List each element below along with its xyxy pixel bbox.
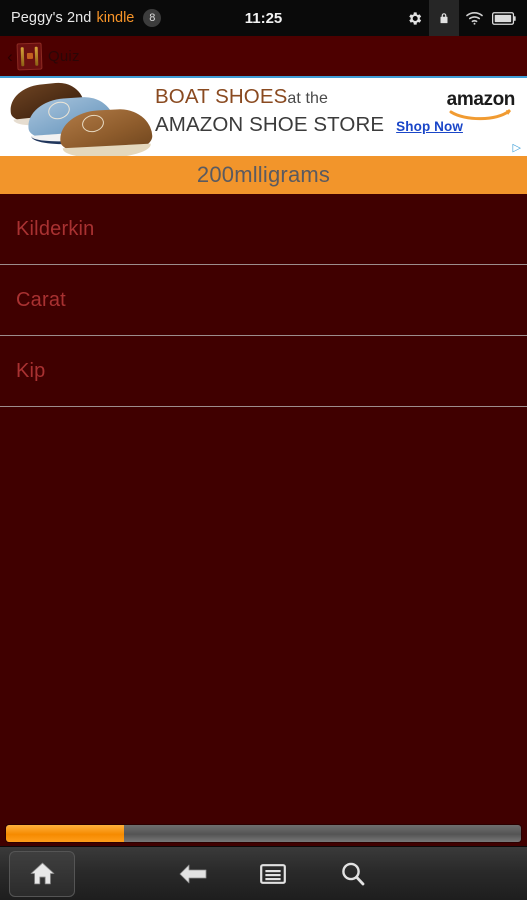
ad-copy: BOAT SHOESat the AMAZON SHOE STORE Shop …: [155, 85, 463, 137]
app-bar-title: Quiz: [48, 47, 80, 65]
quiz-question-bar: 200mlligrams: [0, 156, 527, 194]
ad-headline-top-main: BOAT SHOES: [155, 85, 288, 108]
wifi-icon[interactable]: [459, 0, 489, 36]
back-button[interactable]: [175, 856, 211, 892]
quiz-option-label: Kilderkin: [16, 217, 95, 240]
quiz-progress-fill: [6, 825, 125, 842]
menu-button[interactable]: [255, 856, 291, 892]
battery-icon[interactable]: [489, 0, 519, 36]
home-button[interactable]: [9, 850, 75, 897]
status-bar-icons: [399, 0, 519, 36]
adchoices-icon[interactable]: ▷: [513, 143, 521, 154]
quiz-option-row[interactable]: Carat: [0, 265, 527, 336]
amazon-logo: amazon: [447, 90, 515, 128]
boat-shoes-photo: [6, 80, 156, 156]
quiz-progress-bar: [6, 825, 521, 842]
advertisement-banner[interactable]: BOAT SHOESat the AMAZON SHOE STORE Shop …: [0, 76, 527, 156]
search-button[interactable]: [335, 856, 371, 892]
quiz-option-row[interactable]: Kip: [0, 336, 527, 407]
kindle-brand-label: kindle: [96, 10, 135, 26]
ad-headline-bottom: AMAZON SHOE STORE: [155, 113, 385, 136]
quiz-option-label: Kip: [16, 359, 46, 382]
device-screen: Peggy's 2nd kindle 8 11:25 ‹ Quiz BOAT S…: [0, 0, 527, 900]
notification-count-badge[interactable]: 8: [143, 9, 162, 27]
menu-icon: [260, 863, 286, 884]
ad-headline-top-suffix: at the: [287, 90, 329, 107]
quiz-option-label: Carat: [16, 288, 66, 311]
quiz-app-icon: [16, 42, 43, 70]
back-arrow-icon: [179, 864, 207, 883]
nav-icon-group: [175, 856, 371, 892]
app-bar: ‹ Quiz: [0, 36, 527, 76]
home-icon: [30, 862, 54, 885]
quiz-options-list: Kilderkin Carat Kip: [0, 194, 527, 407]
search-icon: [342, 862, 365, 885]
ad-headline-top: BOAT SHOESat the: [155, 85, 445, 109]
system-navigation-bar: [0, 846, 527, 900]
lock-icon[interactable]: [429, 0, 459, 36]
quiz-question-text: 200mlligrams: [196, 162, 331, 187]
device-name-label: Peggy's 2nd: [11, 10, 92, 26]
status-bar: Peggy's 2nd kindle 8 11:25: [0, 0, 527, 36]
back-chevron-icon[interactable]: ‹: [4, 48, 16, 65]
ad-headline-bottom-row: AMAZON SHOE STORE Shop Now: [155, 113, 463, 137]
quiz-option-row[interactable]: Kilderkin: [0, 194, 527, 265]
amazon-wordmark: amazon: [446, 89, 516, 110]
amazon-smile-icon: [449, 109, 511, 121]
gear-icon[interactable]: [399, 0, 429, 36]
